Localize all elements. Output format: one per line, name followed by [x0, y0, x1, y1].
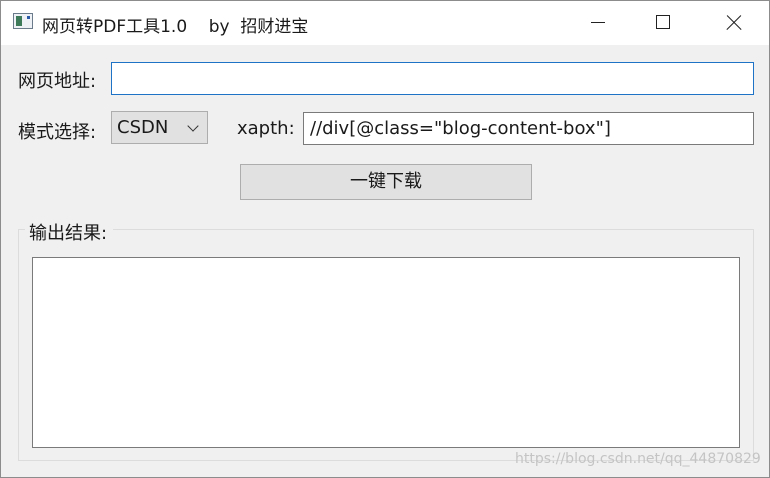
- url-input[interactable]: [111, 62, 754, 95]
- mode-selected-value: CSDN: [117, 117, 169, 138]
- download-button[interactable]: 一键下载: [240, 164, 532, 200]
- app-window-icon: [13, 13, 33, 29]
- output-textarea[interactable]: [32, 257, 740, 448]
- mode-label: 模式选择:: [18, 122, 97, 143]
- watermark: https://blog.csdn.net/qq_44870829: [515, 451, 761, 467]
- mode-select[interactable]: CSDN: [111, 111, 208, 144]
- window-title: 网页转PDF工具1.0 by 招财进宝: [42, 17, 309, 37]
- main-window: 网页转PDF工具1.0 by 招财进宝 网页地址: 模式选择: CSDN xap…: [0, 0, 770, 478]
- chevron-down-icon: [187, 120, 199, 132]
- url-label: 网页地址:: [18, 71, 97, 92]
- xpath-label: xapth:: [237, 118, 295, 139]
- minimize-icon[interactable]: [575, 1, 621, 45]
- title-bar[interactable]: 网页转PDF工具1.0 by 招财进宝: [1, 1, 769, 45]
- close-icon[interactable]: [711, 1, 757, 45]
- maximize-icon[interactable]: [641, 1, 687, 45]
- output-group-title: 输出结果:: [25, 219, 114, 245]
- xpath-input[interactable]: //div[@class="blog-content-box"]: [303, 112, 754, 145]
